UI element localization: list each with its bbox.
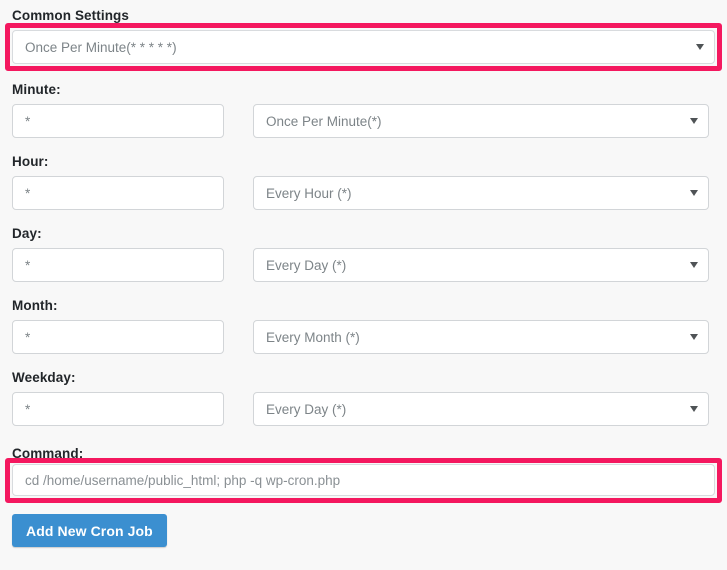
common-settings-label: Common Settings (12, 8, 130, 23)
weekday-select[interactable]: Every Day (*) (253, 392, 709, 426)
hour-input[interactable]: * (12, 176, 224, 210)
hour-label: Hour: (12, 154, 49, 169)
common-settings-select-value: Once Per Minute(* * * * *) (25, 39, 177, 55)
chevron-down-icon (696, 44, 704, 50)
weekday-input[interactable]: * (12, 392, 224, 426)
month-label: Month: (12, 298, 58, 313)
hour-select-value: Every Hour (*) (266, 185, 352, 201)
cron-job-form-page: Common Settings Once Per Minute(* * * * … (0, 0, 727, 570)
command-input[interactable]: cd /home/username/public_html; php -q wp… (12, 464, 715, 496)
day-input[interactable]: * (12, 248, 224, 282)
month-select-value: Every Month (*) (266, 329, 360, 345)
weekday-select-value: Every Day (*) (266, 401, 347, 417)
chevron-down-icon (690, 118, 698, 124)
hour-select[interactable]: Every Hour (*) (253, 176, 709, 210)
minute-select-value: Once Per Minute(*) (266, 113, 382, 129)
chevron-down-icon (690, 406, 698, 412)
minute-label: Minute: (12, 82, 61, 97)
add-new-cron-job-button[interactable]: Add New Cron Job (12, 514, 167, 547)
chevron-down-icon (690, 190, 698, 196)
day-label: Day: (12, 226, 42, 241)
common-settings-select[interactable]: Once Per Minute(* * * * *) (12, 30, 715, 64)
minute-select[interactable]: Once Per Minute(*) (253, 104, 709, 138)
chevron-down-icon (690, 334, 698, 340)
day-select-value: Every Day (*) (266, 257, 347, 273)
minute-input[interactable]: * (12, 104, 224, 138)
day-select[interactable]: Every Day (*) (253, 248, 709, 282)
month-select[interactable]: Every Month (*) (253, 320, 709, 354)
weekday-label: Weekday: (12, 370, 76, 385)
month-input[interactable]: * (12, 320, 224, 354)
chevron-down-icon (690, 262, 698, 268)
